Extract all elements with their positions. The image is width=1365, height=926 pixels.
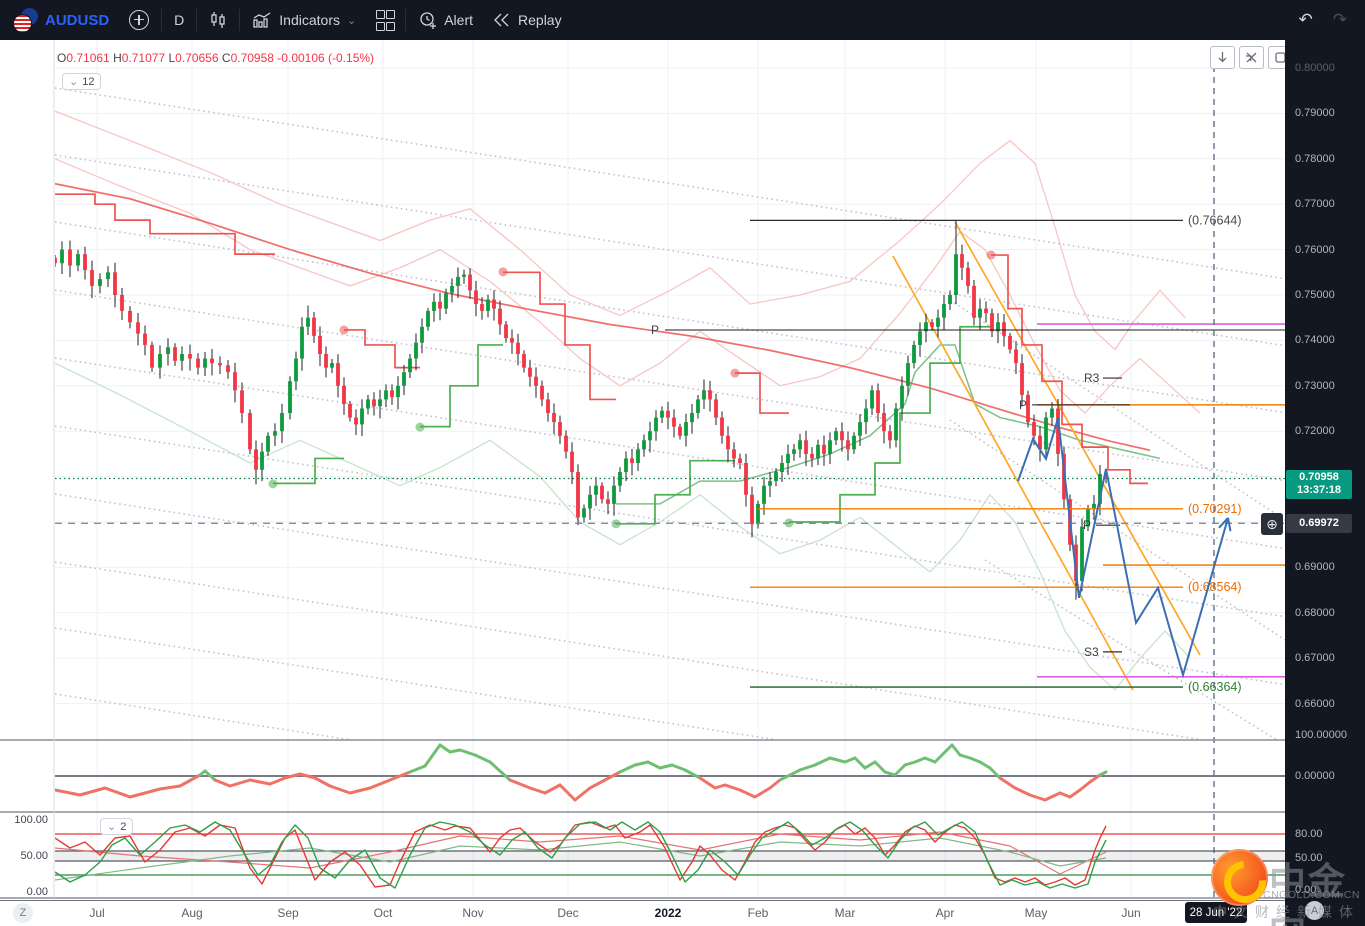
- pivot-label: S3: [1084, 645, 1099, 659]
- price-scale-label: 0.66000: [1295, 697, 1335, 710]
- undo-redo-group: ↶ ↷: [1299, 10, 1365, 30]
- pivot-label: P: [651, 323, 659, 337]
- toolbar-separator: [405, 9, 407, 31]
- main-pane-legend-collapse[interactable]: ⌄ 12: [62, 73, 102, 90]
- compare-button[interactable]: [119, 6, 159, 34]
- chart-canvas[interactable]: (0.76644) (0.70291) (0.68564) (0.66364) P R3 P…: [0, 40, 1285, 900]
- time-scale-label: Jul: [89, 906, 105, 920]
- crosshair-date-label: 28 Jun '22: [1185, 902, 1247, 923]
- last-price-value: 0.70958: [1299, 471, 1339, 483]
- symbol-flags-icon: [14, 8, 38, 32]
- chevron-down-icon: ⌄: [347, 14, 357, 27]
- replay-label: Replay: [518, 12, 562, 28]
- indicators-label: Indicators: [279, 12, 340, 28]
- chevron-down-icon: ⌄: [107, 821, 117, 833]
- move-pane-down-button[interactable]: [1210, 46, 1235, 69]
- interval-button[interactable]: D: [164, 6, 194, 34]
- crosshair-price-label: 0.69972: [1286, 514, 1352, 533]
- layout-grid-icon: [376, 9, 396, 31]
- panel3-left-axis-label: 50.00: [20, 850, 48, 862]
- chart-style-button[interactable]: [199, 6, 237, 34]
- hidden-indicators-count: 2: [120, 820, 127, 833]
- undo-icon[interactable]: ↶: [1299, 10, 1313, 30]
- price-scale-label: 0.00: [1295, 884, 1317, 896]
- price-scale-label: 0.80000: [1295, 62, 1335, 74]
- interval-label: D: [174, 12, 185, 28]
- time-scale-label: May: [1024, 906, 1048, 920]
- change-value: -0.00106 (-0.15%): [277, 51, 375, 65]
- time-scale-label: Aug: [181, 906, 203, 920]
- price-scale-label: 0.00000: [1295, 770, 1335, 782]
- replay-rewind-icon: [494, 13, 509, 27]
- timezone-button[interactable]: Z: [13, 903, 33, 923]
- pivot-label: P: [1019, 398, 1027, 412]
- indicators-icon: [253, 11, 271, 28]
- candles-icon: [211, 12, 225, 28]
- ohlc-item: C0.70958: [221, 51, 274, 65]
- toolbar-separator: [239, 9, 241, 31]
- ohlc-item: O0.71061: [57, 51, 110, 65]
- symbol-name[interactable]: AUDUSD: [45, 12, 109, 29]
- alert-clock-icon: [420, 11, 437, 29]
- level-label: (0.76644): [1188, 213, 1242, 227]
- time-scale-label: Mar: [834, 906, 856, 920]
- price-scale-label: 0.67000: [1295, 652, 1335, 665]
- add-alert-plus-icon[interactable]: ⊕: [1261, 513, 1283, 535]
- tradingview-app: AUDUSD D Indicators ⌄ Alert Replay ↶ ↷ (…: [0, 0, 1365, 926]
- alert-button[interactable]: Alert: [408, 6, 483, 34]
- price-scale-label: 80.00: [1295, 828, 1323, 840]
- time-scale-label: Feb: [747, 906, 769, 920]
- time-scale-label: Apr: [935, 906, 955, 920]
- price-scale-label: 100.00000: [1295, 729, 1347, 741]
- panel3-left-axis-label: 100.00: [14, 814, 48, 826]
- panel3-left-axis-label: 0.00: [27, 886, 48, 898]
- price-scale-label: 0.69000: [1295, 561, 1335, 574]
- layout-templates-button[interactable]: [366, 6, 403, 34]
- price-scale-label: 0.78000: [1295, 152, 1335, 165]
- replay-button[interactable]: Replay: [483, 6, 572, 34]
- level-label: (0.68564): [1188, 580, 1242, 594]
- hidden-indicators-count: 12: [82, 75, 95, 88]
- last-price-label: 0.70958 13:37:18: [1286, 470, 1352, 499]
- time-scale-label: Oct: [373, 906, 393, 920]
- price-scale-label: 0.76000: [1295, 243, 1335, 256]
- ohlc-item: H0.71077: [113, 51, 166, 65]
- auto-scale-button[interactable]: A: [1305, 901, 1324, 920]
- toolbar-separator: [161, 9, 163, 31]
- time-scale-label: Dec: [557, 906, 579, 920]
- pivot-label: R3: [1084, 371, 1100, 385]
- price-scale-label: 0.72000: [1295, 425, 1335, 438]
- alert-label: Alert: [444, 12, 474, 28]
- indicators-button[interactable]: Indicators ⌄: [242, 6, 366, 34]
- pane-controls: [1206, 46, 1293, 69]
- price-scale-label: 0.74000: [1295, 334, 1335, 347]
- redo-icon[interactable]: ↷: [1333, 10, 1347, 30]
- pane3-legend-collapse[interactable]: ⌄ 2: [100, 818, 134, 835]
- price-scale-label: 50.00: [1295, 852, 1323, 864]
- chevron-down-icon: ⌄: [69, 76, 79, 88]
- price-scale-label: 0.79000: [1295, 107, 1335, 120]
- collapse-pane-button[interactable]: [1239, 46, 1264, 69]
- bar-countdown: 13:37:18: [1296, 484, 1342, 496]
- price-scale-label: 0.68000: [1295, 606, 1335, 619]
- price-scale-label: 0.75000: [1295, 289, 1335, 301]
- time-scale-label: Sep: [277, 906, 299, 920]
- level-label: (0.66364): [1188, 680, 1242, 694]
- ohlc-item: L0.70656: [168, 51, 219, 65]
- time-scale-label: Jun: [1121, 906, 1141, 920]
- pivot-label: P: [1083, 518, 1091, 532]
- time-scale-label: 2022: [654, 906, 682, 920]
- top-toolbar: AUDUSD D Indicators ⌄ Alert Replay ↶ ↷: [0, 0, 1365, 40]
- time-scale-label: Nov: [462, 906, 484, 920]
- level-label: (0.70291): [1188, 502, 1242, 516]
- ohlc-legend: O0.71061 H0.71077 L0.70656 C0.70958 -0.0…: [57, 51, 374, 65]
- time-scale[interactable]: Jul Aug Sep Oct Nov Dec 2022 Feb Mar Apr May Jun: [0, 900, 1285, 926]
- symbol-button[interactable]: AUDUSD: [0, 6, 119, 34]
- price-scale-label: 0.77000: [1295, 198, 1335, 211]
- toolbar-separator: [196, 9, 198, 31]
- compare-plus-icon: [129, 10, 150, 30]
- price-scale-label: 0.73000: [1295, 379, 1335, 392]
